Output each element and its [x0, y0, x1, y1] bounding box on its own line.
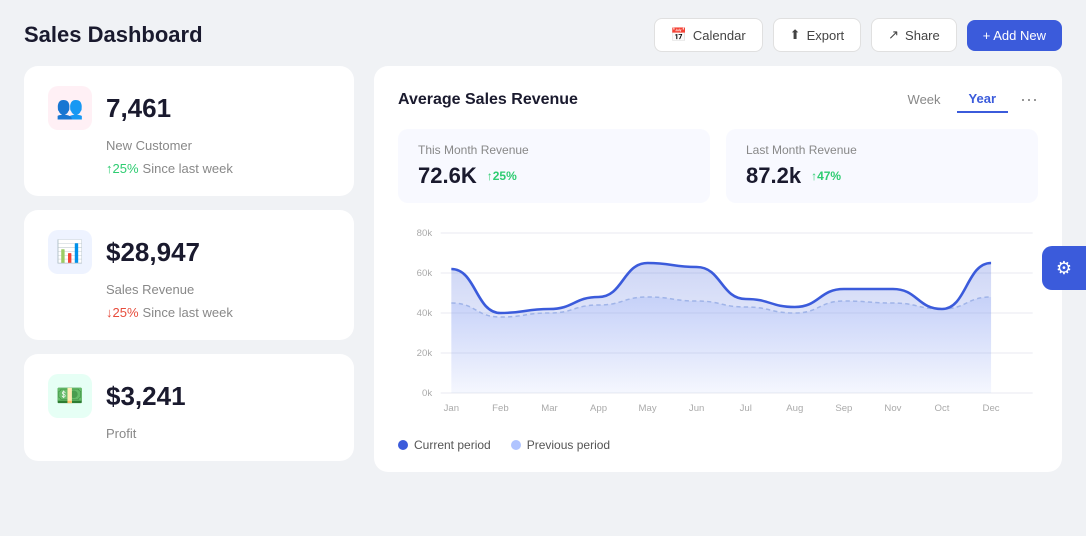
svg-text:0k: 0k — [422, 388, 432, 398]
share-icon: ↗ — [888, 27, 899, 43]
last-month-card: Last Month Revenue 87.2k ↑47% — [726, 129, 1038, 203]
stat-top-revenue: 📊 $28,947 — [48, 230, 330, 274]
svg-text:Mar: Mar — [541, 403, 558, 413]
legend-previous: Previous period — [511, 438, 610, 452]
page-title: Sales Dashboard — [24, 22, 203, 48]
legend-previous-label: Previous period — [527, 438, 610, 452]
stat-change-customers: ↑25% Since last week — [106, 161, 330, 176]
svg-text:Sep: Sep — [835, 403, 852, 413]
stat-icon-revenue: 📊 — [48, 230, 92, 274]
svg-text:Dec: Dec — [983, 403, 1000, 413]
stat-value-revenue: $28,947 — [106, 237, 200, 268]
svg-text:App: App — [590, 403, 607, 413]
svg-text:60k: 60k — [417, 268, 433, 278]
stat-value-customers: 7,461 — [106, 93, 171, 124]
legend-current-label: Current period — [414, 438, 491, 452]
more-options-icon[interactable]: ··· — [1020, 89, 1038, 110]
stat-card-revenue: 📊 $28,947 Sales Revenue ↓25% Since last … — [24, 210, 354, 340]
svg-text:Aug: Aug — [786, 403, 803, 413]
share-label: Share — [905, 28, 940, 43]
this-month-value-row: 72.6K ↑25% — [418, 163, 690, 189]
legend-previous-dot — [511, 440, 521, 450]
chart-tabs: Week Year ··· — [896, 86, 1038, 113]
stat-change-value: ↓25% — [106, 305, 139, 320]
svg-text:Nov: Nov — [884, 403, 901, 413]
svg-text:Jan: Jan — [444, 403, 459, 413]
chart-title: Average Sales Revenue — [398, 91, 578, 109]
stat-change-text: Since last week — [143, 161, 233, 176]
add-new-label: + Add New — [983, 28, 1046, 43]
this-month-badge: ↑25% — [487, 169, 517, 183]
stat-value-profit: $3,241 — [106, 381, 186, 412]
add-new-button[interactable]: + Add New — [967, 20, 1062, 51]
calendar-button[interactable]: 📅 Calendar — [654, 18, 763, 52]
left-panel: 👥 7,461 New Customer ↑25% Since last wee… — [24, 66, 354, 472]
main-content: 👥 7,461 New Customer ↑25% Since last wee… — [0, 66, 1086, 496]
export-button[interactable]: ⬆ Export — [773, 18, 861, 52]
chart-legend: Current period Previous period — [398, 438, 1038, 452]
settings-icon: ⚙ — [1056, 258, 1072, 279]
svg-text:Jun: Jun — [689, 403, 704, 413]
this-month-value: 72.6K — [418, 163, 477, 189]
svg-text:Oct: Oct — [935, 403, 950, 413]
header-actions: 📅 Calendar ⬆ Export ↗ Share + Add New — [654, 18, 1062, 52]
right-panel: Average Sales Revenue Week Year ··· This… — [374, 66, 1062, 472]
legend-current-dot — [398, 440, 408, 450]
stat-card-customers: 👥 7,461 New Customer ↑25% Since last wee… — [24, 66, 354, 196]
last-month-badge: ↑47% — [811, 169, 841, 183]
last-month-value: 87.2k — [746, 163, 801, 189]
stat-label-revenue: Sales Revenue — [106, 282, 330, 297]
stat-icon-customers: 👥 — [48, 86, 92, 130]
stat-top-profit: 💵 $3,241 — [48, 374, 330, 418]
export-icon: ⬆ — [790, 27, 801, 43]
this-month-label: This Month Revenue — [418, 143, 690, 157]
stat-change-revenue: ↓25% Since last week — [106, 305, 330, 320]
legend-current: Current period — [398, 438, 491, 452]
last-month-value-row: 87.2k ↑47% — [746, 163, 1018, 189]
stat-change-value: ↑25% — [106, 161, 139, 176]
svg-text:Feb: Feb — [492, 403, 509, 413]
tab-year[interactable]: Year — [957, 86, 1008, 113]
svg-text:Jul: Jul — [740, 403, 752, 413]
settings-button[interactable]: ⚙ — [1042, 246, 1086, 290]
svg-text:80k: 80k — [417, 228, 433, 238]
calendar-icon: 📅 — [671, 27, 687, 43]
stat-change-text: Since last week — [143, 305, 233, 320]
stat-card-profit: 💵 $3,241 Profit — [24, 354, 354, 461]
revenue-cards: This Month Revenue 72.6K ↑25% Last Month… — [398, 129, 1038, 203]
export-label: Export — [807, 28, 845, 43]
svg-text:40k: 40k — [417, 308, 433, 318]
chart-header: Average Sales Revenue Week Year ··· — [398, 86, 1038, 113]
stat-icon-profit: 💵 — [48, 374, 92, 418]
stat-label-profit: Profit — [106, 426, 330, 441]
chart-area: 80k 60k 40k 20k 0k — [398, 223, 1038, 428]
revenue-chart: 80k 60k 40k 20k 0k — [398, 223, 1038, 423]
stat-label-customers: New Customer — [106, 138, 330, 153]
last-month-label: Last Month Revenue — [746, 143, 1018, 157]
share-button[interactable]: ↗ Share — [871, 18, 957, 52]
svg-text:May: May — [639, 403, 657, 413]
header: Sales Dashboard 📅 Calendar ⬆ Export ↗ Sh… — [0, 0, 1086, 66]
svg-text:20k: 20k — [417, 348, 433, 358]
this-month-card: This Month Revenue 72.6K ↑25% — [398, 129, 710, 203]
stat-top-customers: 👥 7,461 — [48, 86, 330, 130]
calendar-label: Calendar — [693, 28, 746, 43]
tab-week[interactable]: Week — [896, 87, 953, 112]
